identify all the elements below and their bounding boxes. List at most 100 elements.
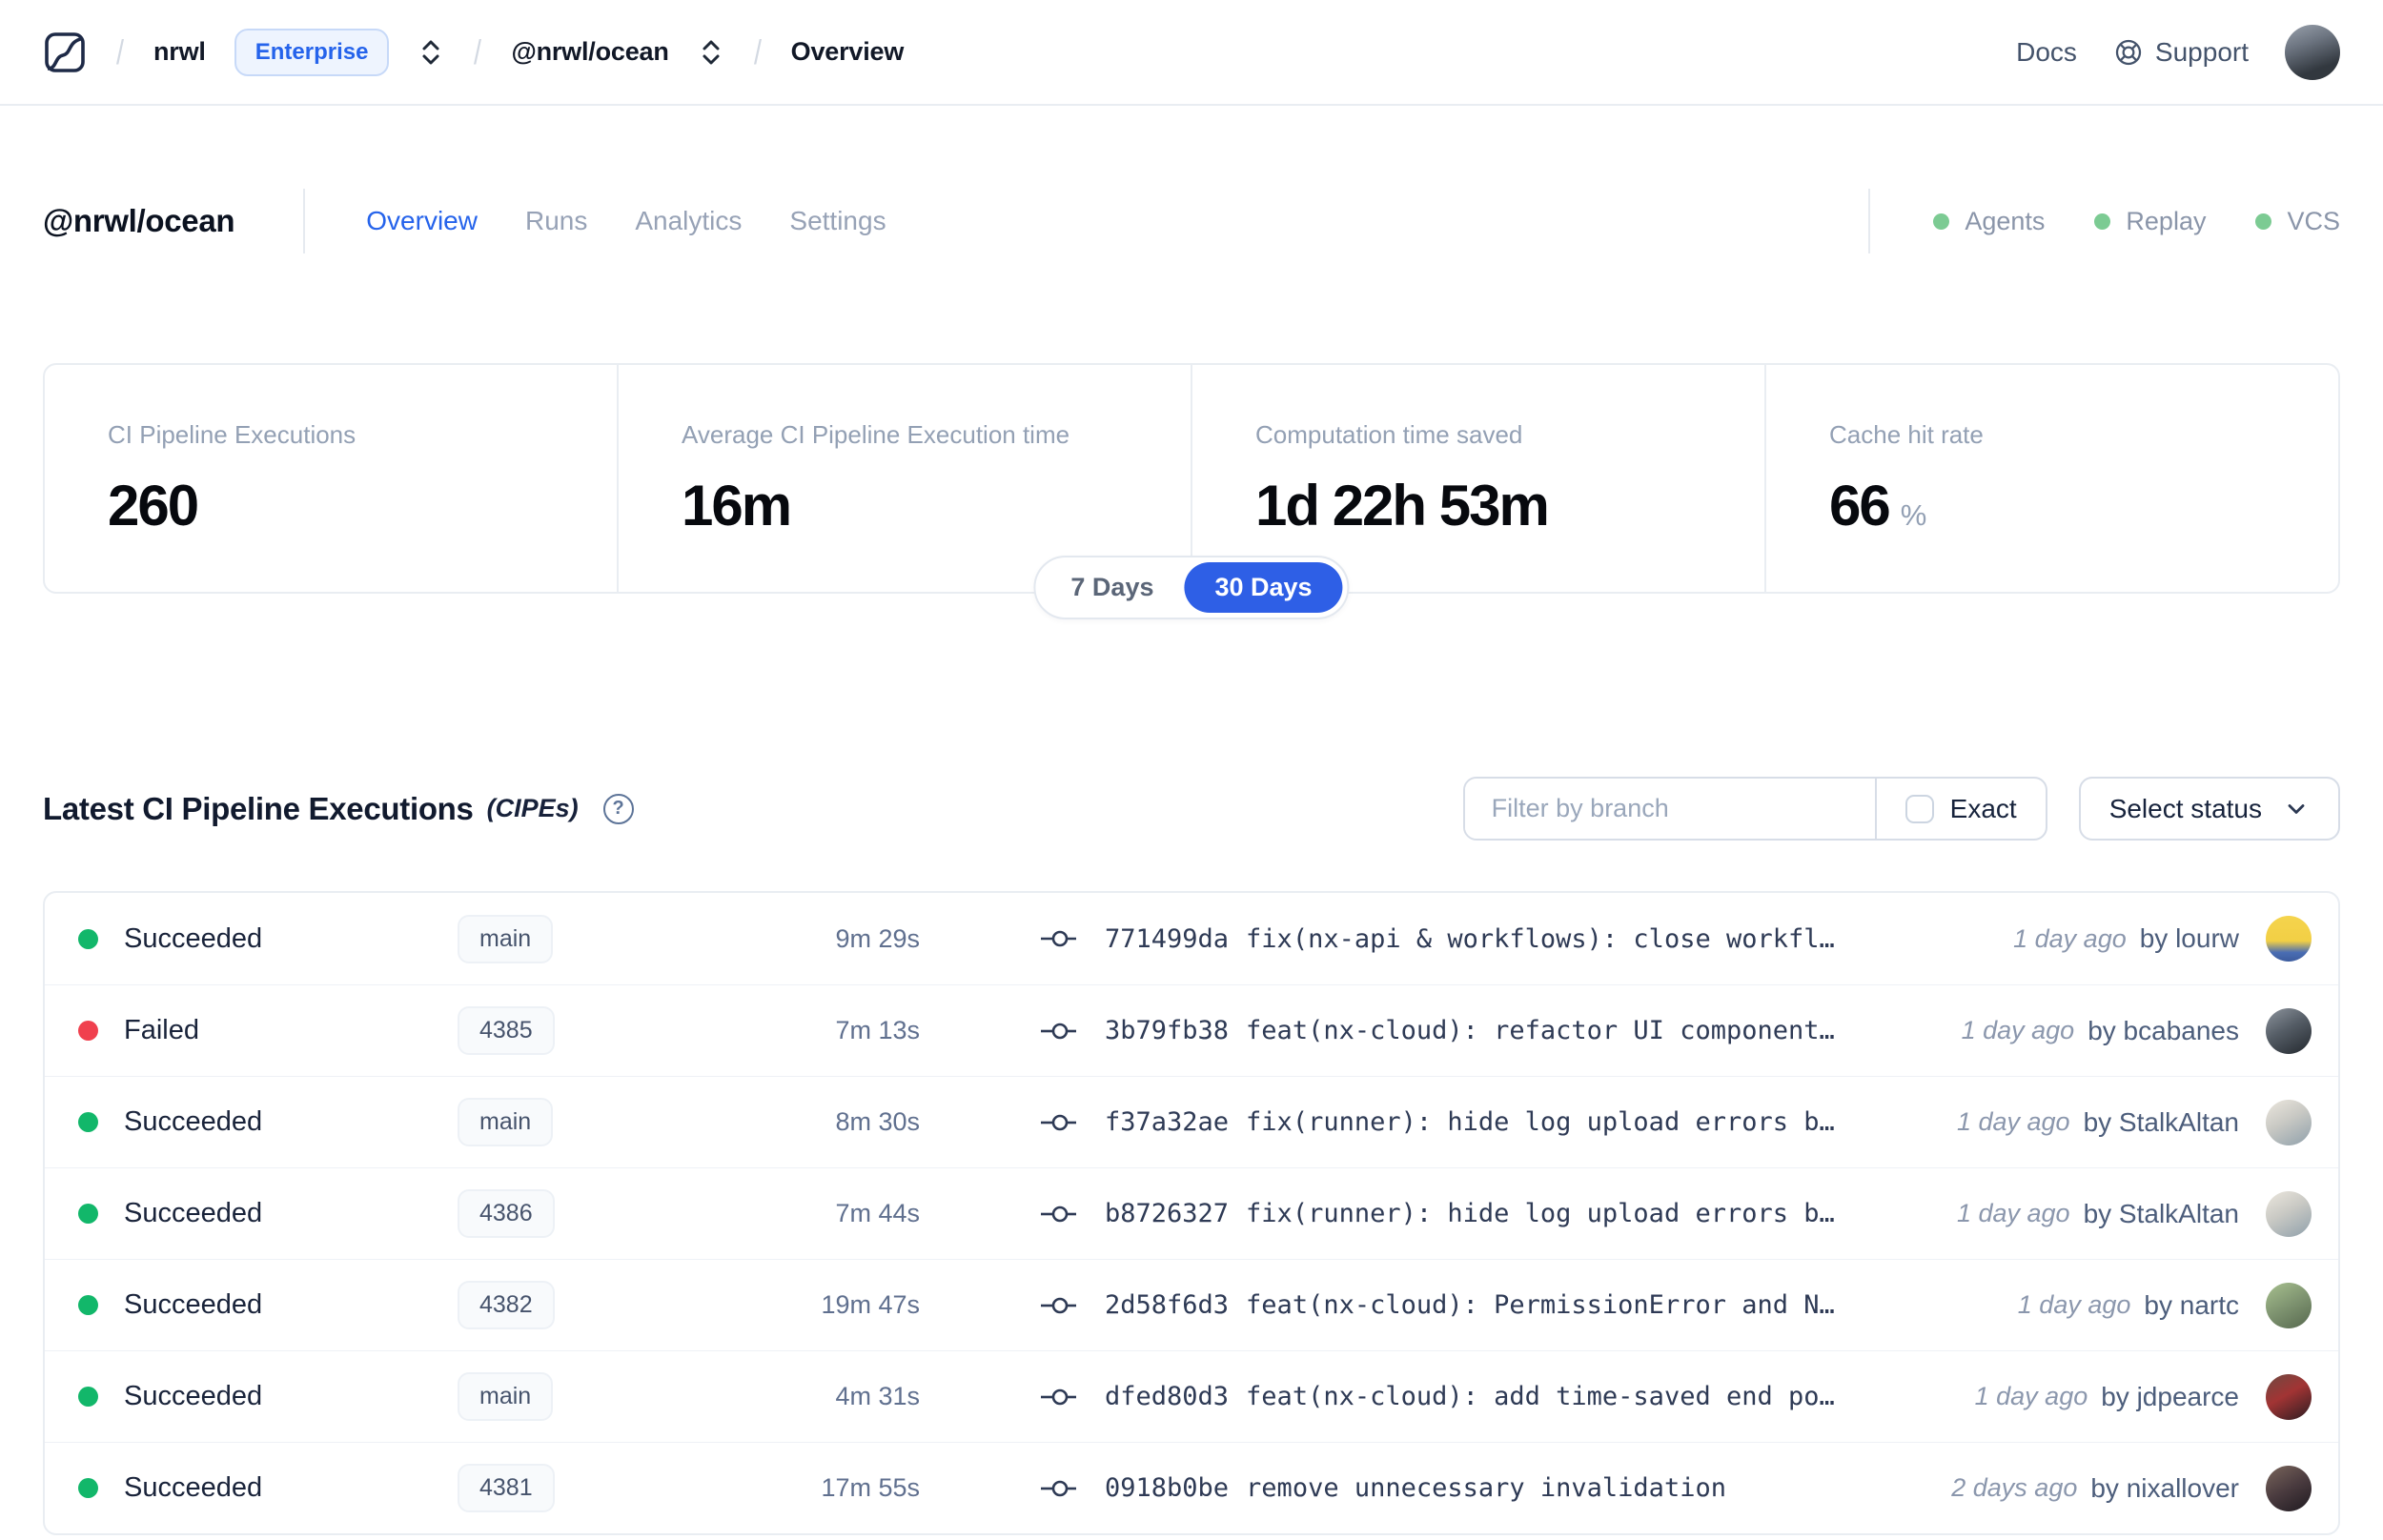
- stat-cache-hit-rate: Cache hit rate 66 %: [1764, 365, 2338, 592]
- nx-cloud-logo[interactable]: [43, 30, 87, 75]
- time-ago: 1 day ago: [1961, 1016, 2075, 1044]
- user-avatar[interactable]: [2285, 24, 2340, 80]
- branch-badge[interactable]: 4382: [458, 1281, 555, 1329]
- commit-hash: 3b79fb38: [1105, 1016, 1230, 1045]
- status-dot: [1933, 213, 1950, 230]
- git-commit-icon: [1040, 925, 1082, 952]
- author-avatar: [2266, 1190, 2312, 1237]
- table-row[interactable]: Failed 4385 7m 13s 3b79fb38 feat(nx-cloud…: [45, 984, 2338, 1076]
- author-avatar: [2266, 1007, 2312, 1054]
- tab-overview[interactable]: Overview: [366, 206, 478, 236]
- author: by lourw: [2139, 923, 2239, 953]
- author-avatar: [2266, 1099, 2312, 1145]
- status-dot: [78, 928, 98, 949]
- stat-value: 260: [108, 474, 199, 537]
- time-ago: 1 day ago: [1974, 1382, 2088, 1410]
- table-row[interactable]: Succeeded main 8m 30s f37a32ae fix(runner…: [45, 1076, 2338, 1167]
- divider: [303, 189, 306, 253]
- table-row[interactable]: Succeeded 4382 19m 47s 2d58f6d3 feat(nx-c…: [45, 1259, 2338, 1350]
- date-range-toggle: 7 Days 30 Days: [1033, 556, 1350, 619]
- status-label: Succeeded: [124, 1472, 263, 1503]
- status-label: Failed: [124, 1015, 199, 1045]
- author: by nartc: [2144, 1289, 2239, 1320]
- docs-link[interactable]: Docs: [2016, 37, 2077, 68]
- author: by jdpearce: [2101, 1381, 2239, 1411]
- help-icon[interactable]: ?: [602, 793, 634, 824]
- table-row[interactable]: Succeeded main 9m 29s 771499da fix(nx-api…: [45, 893, 2338, 984]
- status-label: Succeeded: [124, 1198, 263, 1228]
- git-commit-icon: [1040, 1201, 1082, 1227]
- commit-message: remove unnecessary invalidation: [1246, 1473, 1726, 1503]
- git-commit-icon: [1040, 1384, 1082, 1410]
- stat-ci-pipeline-executions: CI Pipeline Executions 260: [108, 420, 356, 537]
- branch-filter-input[interactable]: [1464, 779, 1875, 839]
- table-row[interactable]: Succeeded 4386 7m 44s b8726327 fix(runner…: [45, 1167, 2338, 1259]
- branch-badge[interactable]: 4386: [458, 1189, 555, 1238]
- commit-hash: 771499da: [1105, 923, 1230, 954]
- commit-hash: dfed80d3: [1105, 1382, 1230, 1411]
- author: by StalkAltan: [2083, 1198, 2239, 1228]
- git-commit-icon: [1040, 1475, 1082, 1502]
- author-avatar: [2266, 1373, 2312, 1420]
- author-avatar: [2266, 1465, 2312, 1511]
- branch-filter-group: Exact: [1462, 777, 2047, 841]
- feature-indicators: Agents Replay VCS: [1800, 189, 2340, 253]
- time-ago: 1 day ago: [2017, 1290, 2131, 1319]
- indicator-replay: Replay: [2094, 207, 2206, 236]
- status-label: Succeeded: [124, 1381, 263, 1411]
- tab-analytics[interactable]: Analytics: [635, 206, 742, 236]
- commit-message: fix(runner): hide log upload errors b…: [1246, 1199, 1835, 1228]
- table-row[interactable]: Succeeded main 4m 31s dfed80d3 feat(nx-cl…: [45, 1350, 2338, 1442]
- workspace-header: @nrwl/ocean Overview Runs Analytics Sett…: [43, 188, 2340, 254]
- commit-hash: 0918b0be: [1105, 1473, 1230, 1503]
- branch-badge[interactable]: 4381: [458, 1464, 555, 1512]
- author-avatar: [2266, 916, 2312, 962]
- status-dot: [78, 1112, 98, 1132]
- status-dot: [78, 1478, 98, 1498]
- time-ago: 1 day ago: [1956, 1199, 2070, 1227]
- commit-hash: f37a32ae: [1105, 1107, 1230, 1137]
- workspace-switcher-chevron-icon[interactable]: [698, 36, 724, 69]
- current-page-name: Overview: [790, 37, 905, 66]
- stat-unit: %: [1900, 498, 1927, 532]
- breadcrumb-separator: /: [116, 31, 125, 71]
- breadcrumb-separator: /: [753, 31, 762, 71]
- range-30-days[interactable]: 30 Days: [1184, 562, 1343, 613]
- indicator-vcs: VCS: [2255, 207, 2340, 236]
- table-row[interactable]: Succeeded 4381 17m 55s 0918b0be remove un…: [45, 1442, 2338, 1533]
- duration: 7m 44s: [835, 1199, 920, 1227]
- git-commit-icon: [1040, 1018, 1082, 1044]
- tab-settings[interactable]: Settings: [789, 206, 886, 236]
- branch-badge[interactable]: main: [458, 1098, 554, 1146]
- status-dot: [2094, 213, 2111, 230]
- branch-badge[interactable]: main: [458, 1372, 554, 1421]
- org-switcher-chevron-icon[interactable]: [418, 36, 444, 69]
- stat-value: 1d 22h 53m: [1255, 474, 1550, 537]
- workspace-title: @nrwl/ocean: [43, 203, 235, 238]
- breadcrumb: / nrwl Enterprise / @nrwl/ocean / Overvi…: [43, 28, 905, 76]
- range-7-days[interactable]: 7 Days: [1040, 562, 1184, 613]
- divider: [1868, 189, 1871, 253]
- stats-cards: CI Pipeline Executions 260 Average CI Pi…: [43, 363, 2340, 619]
- time-ago: 1 day ago: [2013, 923, 2127, 953]
- author: by StalkAltan: [2083, 1106, 2239, 1137]
- enterprise-badge: Enterprise: [234, 28, 390, 76]
- section-title-suffix: (CIPEs): [486, 794, 579, 822]
- branch-badge[interactable]: 4385: [458, 1006, 555, 1055]
- select-status-dropdown[interactable]: Select status: [2078, 777, 2340, 841]
- exact-checkbox[interactable]: [1904, 794, 1934, 823]
- tab-runs[interactable]: Runs: [525, 206, 587, 236]
- indicator-agents: Agents: [1933, 207, 2045, 236]
- duration: 19m 47s: [821, 1290, 920, 1319]
- org-name[interactable]: nrwl: [153, 37, 206, 67]
- breadcrumb-separator: /: [474, 31, 482, 71]
- stat-value: 16m: [682, 474, 792, 537]
- branch-badge[interactable]: main: [458, 914, 554, 963]
- stat-value: 66: [1829, 474, 1891, 537]
- git-commit-icon: [1040, 1109, 1082, 1136]
- duration: 7m 13s: [835, 1016, 920, 1044]
- workspace-name[interactable]: @nrwl/ocean: [511, 37, 668, 67]
- status-dot: [78, 1021, 98, 1041]
- exact-toggle[interactable]: Exact: [1874, 779, 2046, 839]
- support-link[interactable]: Support: [2113, 37, 2249, 68]
